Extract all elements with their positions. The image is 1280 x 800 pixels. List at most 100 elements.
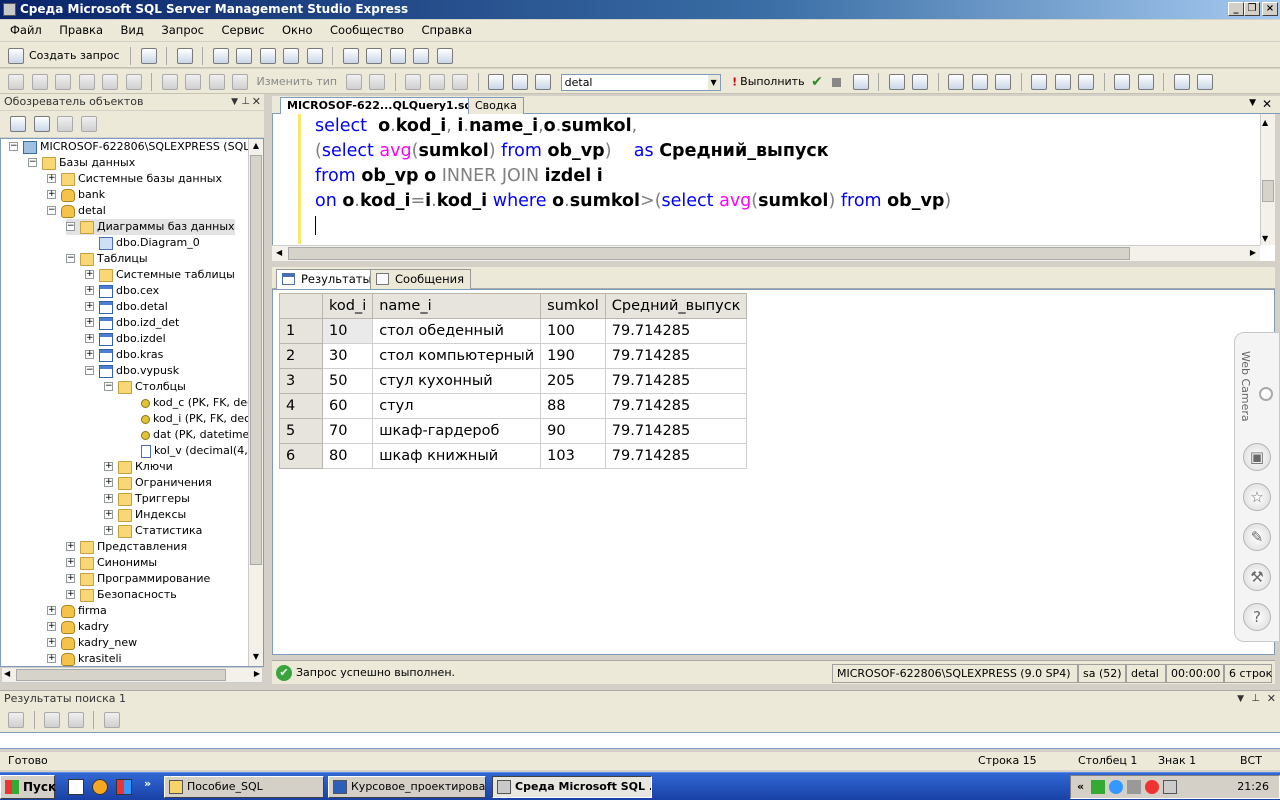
menu-community[interactable]: Сообщество: [323, 20, 411, 41]
expand-icon[interactable]: +: [85, 270, 94, 279]
tray-download-icon[interactable]: [1091, 780, 1105, 794]
grid-cell[interactable]: стол обеденный: [372, 318, 542, 344]
tree-node-triggers[interactable]: + Триггеры: [104, 491, 190, 507]
expand-icon[interactable]: +: [104, 494, 113, 503]
grid-icon[interactable]: [161, 74, 178, 90]
tree-node-statistics[interactable]: + Статистика: [104, 523, 202, 539]
add-derived-icon[interactable]: [452, 74, 469, 90]
collapse-icon[interactable]: −: [104, 382, 113, 391]
volume-icon[interactable]: [1163, 780, 1177, 794]
tree-node-krasiteli[interactable]: + krasiteli: [47, 651, 122, 666]
scroll-right-icon[interactable]: ▶: [254, 669, 260, 678]
filter-icon[interactable]: [80, 116, 97, 132]
results-pane-icon[interactable]: [232, 74, 248, 90]
tree-node-security[interactable]: + Безопасность: [66, 587, 177, 603]
scroll-thumb[interactable]: [1262, 180, 1274, 202]
expand-icon[interactable]: +: [85, 302, 94, 311]
grid-corner[interactable]: [279, 293, 323, 319]
decrease-indent-icon[interactable]: [1173, 74, 1190, 90]
comment-icon[interactable]: [1114, 74, 1131, 90]
cancel-query-icon[interactable]: [832, 77, 842, 87]
expand-icon[interactable]: +: [66, 542, 75, 551]
scroll-thumb[interactable]: [288, 247, 1130, 260]
close-button[interactable]: ×: [1262, 2, 1278, 16]
quicklaunch-browser-icon[interactable]: [92, 779, 108, 795]
object-explorer-hscrollbar[interactable]: ◀ ▶: [1, 667, 263, 683]
dropdown-icon[interactable]: ▼: [1237, 691, 1244, 707]
expand-icon[interactable]: +: [66, 574, 75, 583]
column-header[interactable]: sumkol: [540, 293, 606, 319]
next-result-icon[interactable]: [67, 712, 84, 728]
pin-icon[interactable]: ⊥: [1251, 691, 1260, 707]
tree-node-table-kras[interactable]: + dbo.kras: [85, 347, 163, 363]
object-explorer-icon[interactable]: [366, 48, 383, 64]
goto-location-icon[interactable]: [8, 712, 24, 728]
menu-window[interactable]: Окно: [275, 20, 320, 41]
tree-node-diagram0[interactable]: dbo.Diagram_0: [85, 235, 200, 251]
connect-db-icon[interactable]: [488, 74, 505, 90]
expand-icon[interactable]: +: [47, 654, 56, 663]
tree-node-column-dat[interactable]: dat (PK, datetime,: [123, 427, 253, 443]
row-number[interactable]: 6: [279, 443, 323, 469]
chevron-down-icon[interactable]: ▼: [707, 74, 720, 90]
editor-vscrollbar[interactable]: ▲ ▼: [1260, 114, 1275, 245]
open-folder-icon[interactable]: [212, 48, 229, 64]
tree-node-server[interactable]: − MICROSOF-622806\SQLEXPRESS (SQL Ser: [9, 139, 263, 155]
verify-sql-icon[interactable]: [369, 74, 386, 90]
collapse-icon[interactable]: −: [66, 254, 75, 263]
expand-icon[interactable]: +: [47, 190, 56, 199]
clear-results-icon[interactable]: [103, 712, 120, 728]
expand-icon[interactable]: +: [47, 174, 56, 183]
grid-cell[interactable]: 50: [321, 368, 374, 394]
expand-icon[interactable]: +: [85, 350, 94, 359]
quicklaunch-more-icon[interactable]: »: [144, 777, 151, 790]
grid-cell[interactable]: 60: [321, 393, 374, 419]
tree-node-table-vypusk[interactable]: − dbo.vypusk: [85, 363, 179, 379]
wrench-icon[interactable]: ⚒: [1243, 563, 1271, 591]
close-icon[interactable]: ✕: [1267, 691, 1276, 707]
scroll-down-icon[interactable]: ▼: [1262, 234, 1268, 243]
tree-node-system-tables[interactable]: + Системные таблицы: [85, 267, 235, 283]
registered-servers-icon[interactable]: [342, 48, 359, 64]
expand-icon[interactable]: +: [104, 526, 113, 535]
scroll-thumb[interactable]: [16, 669, 226, 681]
grid-cell[interactable]: стул: [372, 393, 542, 419]
quicklaunch-app-icon[interactable]: [116, 779, 132, 795]
tab-list-icon[interactable]: ▼: [1249, 98, 1256, 108]
parse-check-icon[interactable]: ✔: [811, 74, 823, 90]
tree-node-kadry-new[interactable]: + kadry_new: [47, 635, 137, 651]
menu-help[interactable]: Справка: [414, 20, 479, 41]
expand-icon[interactable]: +: [85, 286, 94, 295]
star-icon[interactable]: ☆: [1243, 483, 1271, 511]
open-solution-icon[interactable]: [259, 48, 276, 64]
grid-cell[interactable]: 79.714285: [604, 393, 748, 419]
grid-cell[interactable]: стол компьютерный: [372, 343, 542, 369]
grid-cell[interactable]: 88: [540, 393, 606, 419]
collapse-icon[interactable]: −: [9, 142, 18, 151]
grid-cell[interactable]: 103: [540, 443, 606, 469]
grid-cell[interactable]: 90: [540, 418, 606, 444]
expand-icon[interactable]: +: [47, 606, 56, 615]
results-text-icon[interactable]: [995, 74, 1012, 90]
menu-tools[interactable]: Сервис: [214, 20, 271, 41]
grid-cell[interactable]: шкаф книжный: [372, 443, 542, 469]
tree-node-constraints[interactable]: + Ограничения: [104, 475, 212, 491]
menu-view[interactable]: Вид: [114, 20, 151, 41]
code-editor[interactable]: select o.kod_i, i.name_i,o.sumkol, (sele…: [272, 114, 1275, 261]
tree-node-table-cex[interactable]: + dbo.cex: [85, 283, 159, 299]
scroll-thumb[interactable]: [250, 155, 262, 565]
grid-cell[interactable]: шкаф-гардероб: [372, 418, 542, 444]
grid-cell[interactable]: 70: [321, 418, 374, 444]
taskbar-item-kursovoe[interactable]: Курсовое_проектирова...: [328, 776, 486, 798]
expand-icon[interactable]: +: [66, 590, 75, 599]
tree-node-databases[interactable]: − Базы данных: [28, 155, 135, 171]
expand-icon[interactable]: +: [104, 510, 113, 519]
connect-icon[interactable]: [8, 74, 24, 90]
user-icon[interactable]: ▣: [1243, 443, 1271, 471]
taskbar-item-ssms[interactable]: Среда Microsoft SQL ...: [492, 776, 652, 798]
open-file-icon[interactable]: [236, 48, 253, 64]
row-number[interactable]: 3: [279, 368, 323, 394]
collapse-icon[interactable]: −: [28, 158, 37, 167]
expand-icon[interactable]: +: [85, 318, 94, 327]
toolbox-icon[interactable]: [436, 48, 453, 64]
